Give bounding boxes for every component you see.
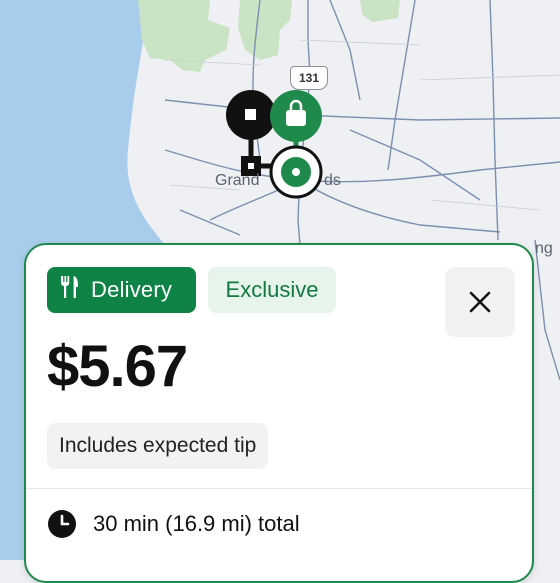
destination-marker	[269, 145, 323, 199]
edge-map-label: ng	[535, 240, 553, 257]
delivery-badge: Delivery	[47, 267, 196, 313]
tip-note: Includes expected tip	[47, 423, 269, 469]
store-marker	[270, 90, 322, 142]
duration-row: 30 min (16.9 mi) total	[47, 509, 300, 539]
exclusive-badge: Exclusive	[208, 267, 336, 313]
close-button[interactable]	[445, 267, 515, 337]
offer-price: $5.67	[47, 334, 188, 399]
clock-icon	[48, 510, 76, 538]
divider	[26, 488, 532, 489]
city-label-partial: ds	[324, 172, 341, 189]
fork-knife-icon	[59, 275, 81, 305]
delivery-offer-card[interactable]: Delivery Exclusive $5.67 Includes expect…	[24, 243, 534, 583]
duration-text: 30 min (16.9 mi) total	[93, 511, 300, 536]
close-icon	[469, 291, 491, 313]
city-label: Grand	[215, 172, 260, 189]
origin-marker	[226, 90, 276, 140]
highway-shield: 131	[290, 66, 328, 90]
delivery-label: Delivery	[91, 277, 173, 302]
